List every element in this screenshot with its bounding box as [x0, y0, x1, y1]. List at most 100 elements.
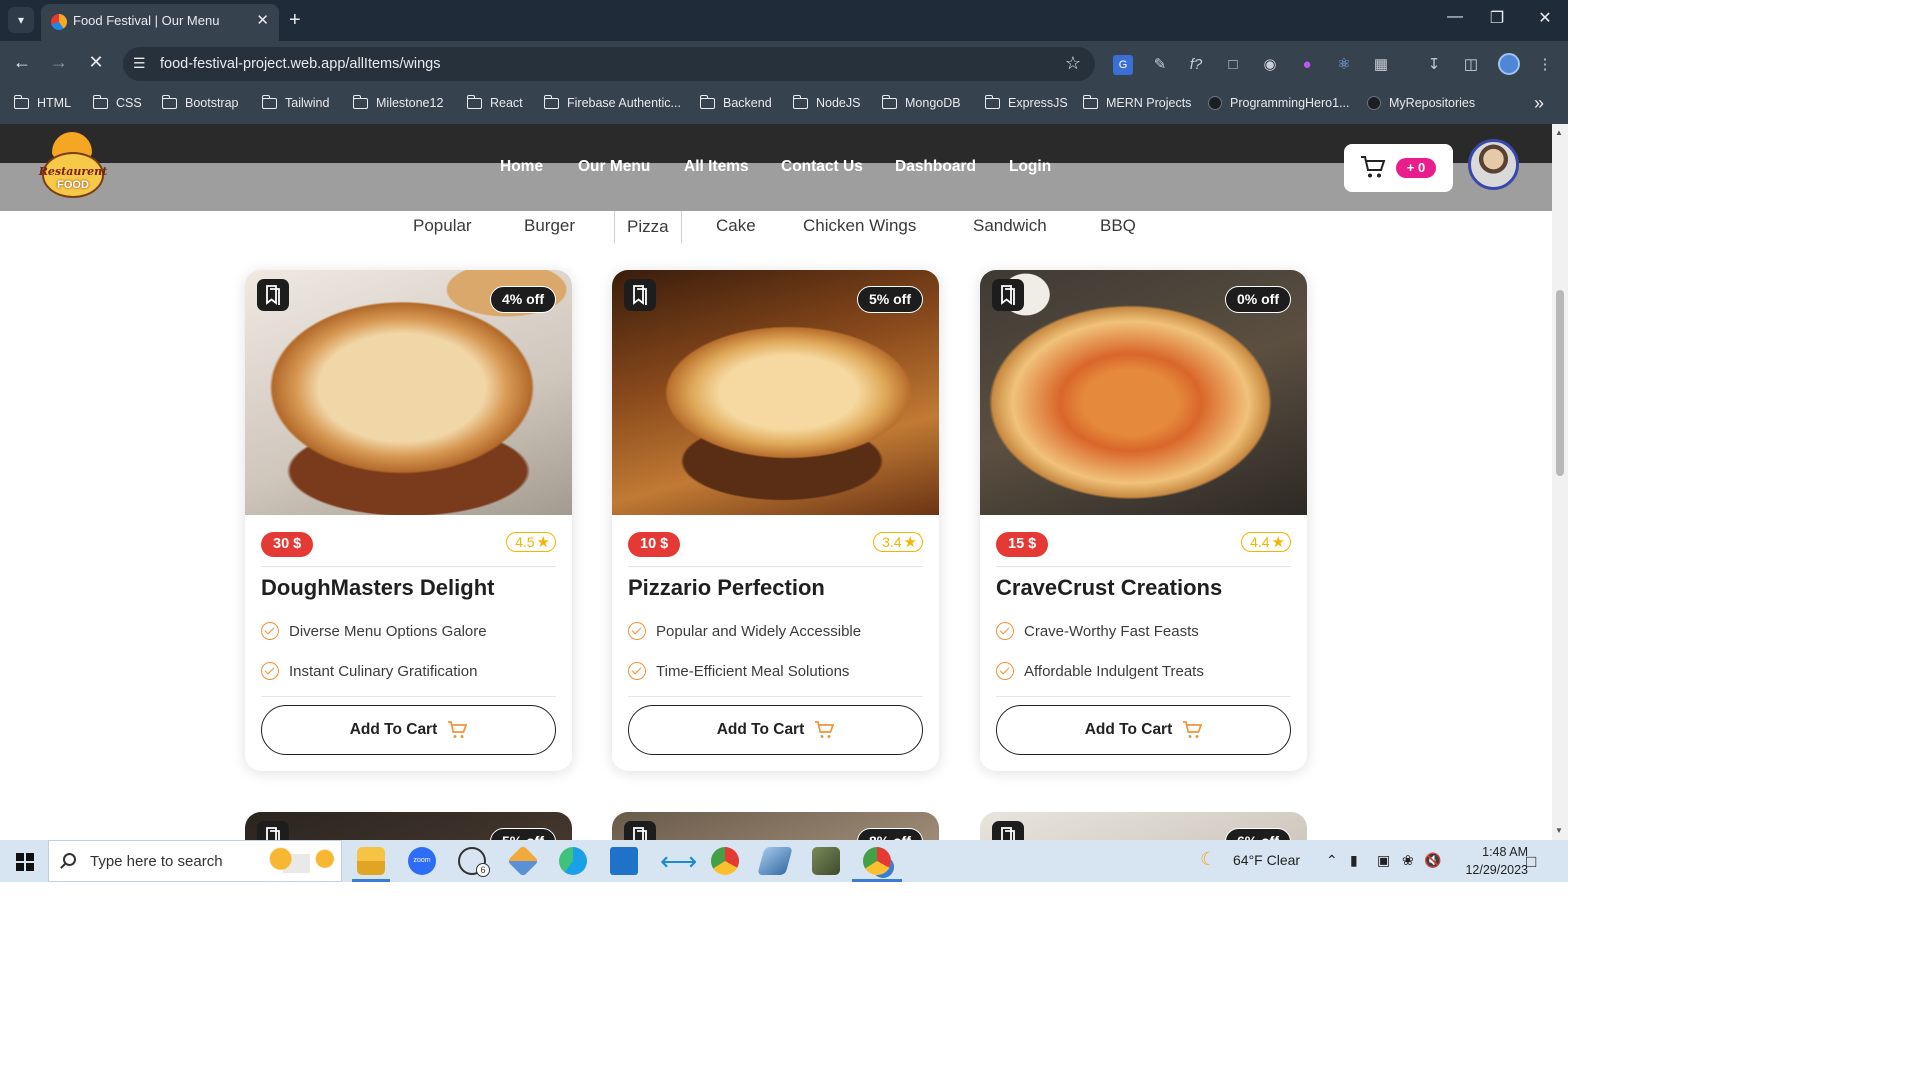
- nav-contact-us[interactable]: Contact Us: [781, 158, 863, 176]
- tab-sandwich[interactable]: Sandwich: [973, 216, 1047, 236]
- new-tab-button[interactable]: +: [289, 7, 301, 33]
- user-avatar[interactable]: [1468, 139, 1519, 190]
- bookmark-bootstrap[interactable]: Bootstrap: [161, 94, 239, 110]
- side-panel-icon[interactable]: ◫: [1461, 55, 1481, 75]
- bookmark-icon[interactable]: [624, 279, 656, 311]
- tab-burger[interactable]: Burger: [524, 216, 575, 236]
- volume-muted-icon[interactable]: 🔇: [1424, 852, 1441, 869]
- cart-button[interactable]: + 0: [1344, 144, 1453, 192]
- folder-icon: [1082, 94, 1098, 109]
- add-to-cart-button[interactable]: Add To Cart: [261, 705, 556, 755]
- bookmark-milestone12[interactable]: Milestone12: [352, 94, 443, 110]
- windows-start-icon[interactable]: [16, 853, 34, 871]
- browser-tab[interactable]: Food Festival | Our Menu ✕: [41, 4, 279, 41]
- tab-cake[interactable]: Cake: [716, 216, 756, 236]
- bookmark-firebase[interactable]: Firebase Authentic...: [543, 94, 681, 110]
- notifications-icon[interactable]: □: [1526, 852, 1536, 872]
- bookmark-react[interactable]: React: [466, 94, 523, 110]
- zoom-app-icon[interactable]: zoom: [408, 847, 436, 875]
- tab-search-button[interactable]: ▾: [8, 7, 34, 33]
- translate-extension-icon[interactable]: G: [1113, 55, 1133, 75]
- minimize-icon[interactable]: —: [1440, 8, 1470, 26]
- tab-close-icon[interactable]: ✕: [256, 11, 269, 29]
- bookmark-expressjs[interactable]: ExpressJS: [984, 94, 1068, 110]
- bookmark-icon[interactable]: [257, 279, 289, 311]
- stop-loading-icon[interactable]: ✕: [84, 52, 108, 73]
- react-devtools-icon[interactable]: ⚛: [1334, 55, 1354, 75]
- item-title: CraveCrust Creations: [996, 575, 1223, 600]
- bookmark-programminghero[interactable]: ProgrammingHero1...: [1208, 96, 1350, 110]
- back-arrow-icon[interactable]: ←: [10, 52, 34, 73]
- whatsapp-icon[interactable]: 6: [458, 847, 490, 877]
- bookmark-icon[interactable]: [624, 821, 656, 840]
- font-extension-icon[interactable]: f?: [1186, 55, 1206, 75]
- bookmark-mern-projects[interactable]: MERN Projects: [1082, 94, 1191, 110]
- folder-icon: [92, 94, 108, 109]
- scroll-down-icon[interactable]: ▼: [1555, 826, 1563, 835]
- purple-extension-icon[interactable]: ●: [1297, 55, 1317, 75]
- color-picker-extension-icon[interactable]: ✎: [1150, 55, 1170, 75]
- bookmark-nodejs[interactable]: NodeJS: [792, 94, 860, 110]
- nav-home[interactable]: Home: [500, 158, 543, 176]
- close-window-icon[interactable]: ✕: [1530, 8, 1560, 28]
- device-icon[interactable]: ▣: [1377, 852, 1390, 869]
- nav-our-menu[interactable]: Our Menu: [578, 158, 650, 176]
- tray-overflow-icon[interactable]: ⌃: [1326, 852, 1338, 869]
- bookmark-mongodb[interactable]: MongoDB: [881, 94, 961, 110]
- menu-card: 0% off 15 $ 4.4 ★ CraveCrust Creations Cr…: [980, 270, 1307, 771]
- nav-login[interactable]: Login: [1009, 158, 1051, 176]
- rating-badge: 3.4 ★: [873, 532, 923, 552]
- file-explorer-icon[interactable]: [357, 847, 385, 875]
- browser-menu-icon[interactable]: ⋮: [1535, 55, 1555, 75]
- add-to-cart-button[interactable]: Add To Cart: [996, 705, 1291, 755]
- mail-icon[interactable]: [610, 847, 638, 875]
- forward-arrow-icon[interactable]: →: [47, 52, 71, 73]
- browser-profile-avatar[interactable]: [1498, 53, 1520, 75]
- extensions-puzzle-icon[interactable]: ▦: [1371, 55, 1391, 75]
- bookmark-tailwind[interactable]: Tailwind: [261, 94, 329, 110]
- bookmark-backend[interactable]: Backend: [699, 94, 772, 110]
- site-info-icon[interactable]: ☰: [133, 55, 146, 72]
- scroll-up-icon[interactable]: ▲: [1555, 128, 1563, 137]
- paint-icon[interactable]: [757, 847, 793, 875]
- git-tool-icon[interactable]: [507, 845, 539, 877]
- cube-app-icon[interactable]: [812, 847, 840, 875]
- wifi-icon[interactable]: ❀: [1402, 852, 1414, 869]
- nav-all-items[interactable]: All Items: [684, 158, 749, 176]
- bookmark-css[interactable]: CSS: [92, 94, 142, 110]
- screenshot-extension-icon[interactable]: □: [1223, 55, 1243, 75]
- tab-pizza[interactable]: Pizza: [614, 206, 682, 243]
- bookmark-icon[interactable]: [992, 279, 1024, 311]
- whatsapp-badge: 6: [476, 863, 490, 877]
- battery-icon[interactable]: ▮: [1350, 852, 1358, 869]
- bookmark-myrepositories[interactable]: MyRepositories: [1367, 96, 1475, 110]
- restore-icon[interactable]: ❐: [1482, 8, 1512, 28]
- restaurant-logo[interactable]: Restaurent FOOD: [36, 132, 108, 200]
- tab-chicken-wings[interactable]: Chicken Wings: [803, 216, 916, 236]
- scroll-thumb[interactable]: [1556, 290, 1564, 476]
- weather-text[interactable]: 64°F Clear: [1233, 852, 1300, 868]
- bookmark-html[interactable]: HTML: [13, 94, 71, 110]
- bookmarks-bar: HTML CSS Bootstrap Tailwind Milestone12 …: [0, 87, 1568, 124]
- vscode-icon[interactable]: ⟷: [660, 847, 697, 875]
- nav-dashboard[interactable]: Dashboard: [895, 158, 976, 176]
- rating-badge: 4.5 ★: [506, 532, 556, 552]
- page-scrollbar[interactable]: ▲ ▼: [1552, 124, 1568, 840]
- feature-text: Diverse Menu Options Galore: [289, 622, 487, 640]
- edge-browser-icon[interactable]: [559, 847, 587, 875]
- menu-card-partial: 5% off: [245, 812, 572, 840]
- bookmark-icon[interactable]: [257, 821, 289, 840]
- more-bookmarks-icon[interactable]: »: [1534, 93, 1544, 114]
- bookmark-star-icon[interactable]: ☆: [1065, 53, 1081, 74]
- feature-item: Crave-Worthy Fast Feasts: [996, 622, 1199, 640]
- bookmark-icon[interactable]: [992, 821, 1024, 840]
- download-icon[interactable]: ↧: [1424, 55, 1444, 75]
- chrome-icon[interactable]: [711, 847, 739, 875]
- add-to-cart-button[interactable]: Add To Cart: [628, 705, 923, 755]
- camera-extension-icon[interactable]: ◉: [1260, 55, 1280, 75]
- taskbar-search[interactable]: Type here to search: [48, 840, 342, 882]
- chrome-profile-icon[interactable]: [863, 847, 891, 875]
- tab-popular[interactable]: Popular: [413, 216, 472, 236]
- address-bar[interactable]: ☰ food-festival-project.web.app/allItems…: [123, 47, 1095, 81]
- tab-bbq[interactable]: BBQ: [1100, 216, 1136, 236]
